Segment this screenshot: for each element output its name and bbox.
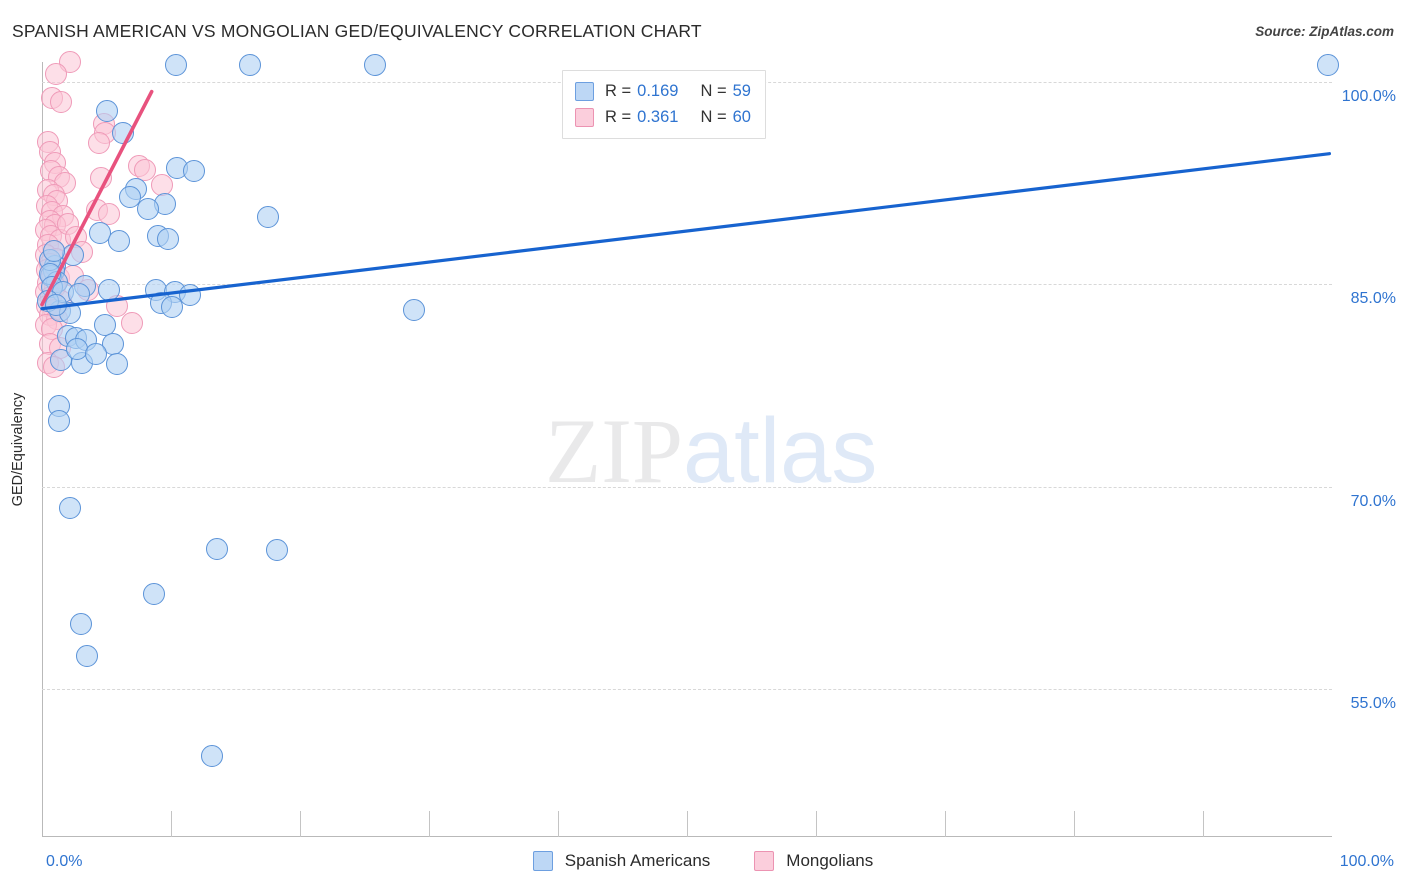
gridline [42, 688, 1332, 690]
data-point [45, 293, 68, 316]
r-value: 0.169 [637, 81, 679, 100]
data-point [59, 497, 82, 520]
data-point [157, 227, 180, 250]
data-point [238, 53, 261, 76]
gridline [42, 284, 1332, 286]
data-point [76, 645, 99, 668]
correlation-stat-row: R = 0.169 N = 59 [575, 78, 751, 104]
data-point [121, 312, 144, 335]
data-point [265, 538, 288, 561]
page-title: SPANISH AMERICAN VS MONGOLIAN GED/EQUIVA… [12, 21, 702, 41]
data-point [90, 166, 113, 189]
x-axis-tick [945, 811, 946, 837]
data-point [136, 197, 159, 220]
legend-label: Mongolians [786, 851, 874, 870]
data-point [69, 613, 92, 636]
x-axis-tick [816, 811, 817, 837]
y-axis-title: GED/Equivalency [10, 392, 26, 507]
data-point [165, 53, 188, 76]
y-axis-tick-label: 100.0% [1341, 88, 1396, 106]
data-point [87, 131, 110, 154]
x-axis-tick [1074, 811, 1075, 837]
legend-swatch-pink [575, 107, 594, 127]
data-point [206, 537, 229, 560]
legend-swatch [754, 851, 775, 871]
y-axis-tick-label: 70.0% [1350, 492, 1396, 510]
data-point [256, 206, 279, 228]
x-axis-tick [429, 811, 430, 837]
data-point [1317, 53, 1340, 76]
r-label: R = [605, 107, 632, 126]
data-point [201, 745, 224, 768]
y-axis-tick-label: 55.0% [1350, 694, 1396, 712]
n-value: 59 [732, 81, 751, 100]
chart-page: SPANISH AMERICAN VS MONGOLIAN GED/EQUIVA… [0, 0, 1406, 892]
legend-swatch [532, 851, 553, 871]
data-point [112, 122, 135, 145]
x-axis-tick [300, 811, 301, 837]
source-attribution: Source: ZipAtlas.com [1255, 24, 1394, 39]
data-point [108, 230, 131, 253]
data-point [143, 583, 166, 606]
plot-area [34, 51, 1340, 837]
r-value: 0.361 [637, 107, 679, 126]
correlation-stat-row: R = 0.361 N = 60 [575, 104, 751, 130]
n-label: N = [700, 81, 727, 100]
data-point [183, 160, 206, 183]
r-label: R = [605, 81, 632, 100]
data-point [95, 99, 118, 122]
data-point [402, 299, 425, 321]
x-axis-tick [171, 811, 172, 837]
data-point [363, 53, 386, 76]
data-point [105, 352, 128, 375]
x-axis-tick [687, 811, 688, 837]
y-axis-title-wrapper: GED/Equivalency [10, 62, 32, 837]
data-point [161, 296, 184, 319]
correlation-stats-legend: R = 0.169 N = 59 R = 0.361 N = 60 [562, 70, 766, 139]
data-point [45, 63, 68, 86]
data-point [42, 239, 65, 262]
data-point [98, 278, 121, 301]
data-point [47, 409, 70, 432]
legend-item-spanish-americans[interactable]: Spanish Americans [532, 851, 711, 871]
n-label: N = [700, 107, 727, 126]
legend-item-mongolians[interactable]: Mongolians [754, 851, 873, 871]
data-point [68, 282, 91, 305]
n-value: 60 [732, 107, 751, 126]
legend-swatch-blue [575, 81, 594, 101]
y-axis-tick-label: 85.0% [1350, 290, 1396, 308]
legend-label: Spanish Americans [564, 851, 711, 870]
x-axis-tick [1203, 811, 1204, 837]
data-point [85, 343, 108, 366]
x-axis-tick [558, 811, 559, 837]
gridline [42, 486, 1332, 488]
data-point [50, 91, 73, 114]
series-legend: Spanish Americans Mongolians [0, 851, 1406, 871]
